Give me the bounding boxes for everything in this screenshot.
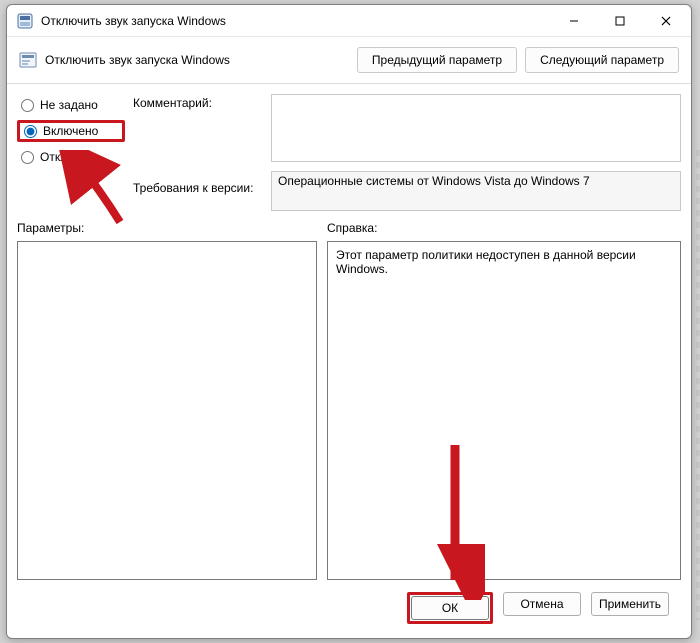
help-box[interactable]: Этот параметр политики недоступен в данн… (327, 241, 681, 580)
field-values: Операционные системы от Windows Vista до… (271, 90, 681, 211)
maximize-button[interactable] (597, 6, 643, 36)
window-title: Отключить звук запуска Windows (41, 14, 551, 28)
comment-label: Комментарий: (133, 94, 263, 168)
minimize-button[interactable] (551, 6, 597, 36)
window-icon (17, 13, 33, 29)
requirements-label: Требования к версии: (133, 168, 263, 208)
upper-row: Не задано Включено Отключ Комментарий: Т… (17, 90, 681, 211)
radio-not-configured-input[interactable] (21, 99, 34, 112)
ok-button-highlight: ОК (407, 592, 493, 624)
close-button[interactable] (643, 6, 689, 36)
radio-enabled-label: Включено (43, 124, 98, 138)
parameters-label: Параметры: (17, 221, 317, 235)
policy-title: Отключить звук запуска Windows (45, 53, 349, 67)
field-labels: Комментарий: Требования к версии: (133, 90, 263, 211)
requirements-box[interactable]: Операционные системы от Windows Vista до… (271, 171, 681, 211)
ok-button[interactable]: ОК (411, 596, 489, 620)
cancel-button[interactable]: Отмена (503, 592, 581, 616)
window-controls (551, 6, 689, 36)
policy-icon (19, 51, 37, 69)
subheader: Отключить звук запуска Windows Предыдущи… (7, 37, 691, 83)
footer: ОК Отмена Применить (17, 580, 681, 638)
radio-disabled-label: Отключ (40, 150, 82, 164)
lower-row: Параметры: Справка: Этот параметр полити… (17, 221, 681, 580)
policy-editor-window: Отключить звук запуска Windows Отключить… (6, 4, 692, 639)
radio-enabled-input[interactable] (24, 125, 37, 138)
help-label: Справка: (327, 221, 681, 235)
radio-disabled-input[interactable] (21, 151, 34, 164)
state-radio-group: Не задано Включено Отключ (17, 90, 125, 211)
previous-setting-button[interactable]: Предыдущий параметр (357, 47, 517, 73)
help-text: Этот параметр политики недоступен в данн… (336, 248, 636, 276)
radio-not-configured[interactable]: Не задано (17, 94, 125, 116)
content-area: Не задано Включено Отключ Комментарий: Т… (7, 84, 691, 638)
next-setting-button[interactable]: Следующий параметр (525, 47, 679, 73)
comment-textarea[interactable] (271, 94, 681, 162)
parameters-box[interactable] (17, 241, 317, 580)
radio-disabled[interactable]: Отключ (17, 146, 125, 168)
radio-enabled[interactable]: Включено (17, 120, 125, 142)
help-panel: Справка: Этот параметр политики недоступ… (327, 221, 681, 580)
parameters-panel: Параметры: (17, 221, 317, 580)
apply-button[interactable]: Применить (591, 592, 669, 616)
requirements-text: Операционные системы от Windows Vista до… (278, 174, 590, 188)
titlebar: Отключить звук запуска Windows (7, 5, 691, 37)
background-strip (696, 150, 700, 620)
radio-not-configured-label: Не задано (40, 98, 98, 112)
